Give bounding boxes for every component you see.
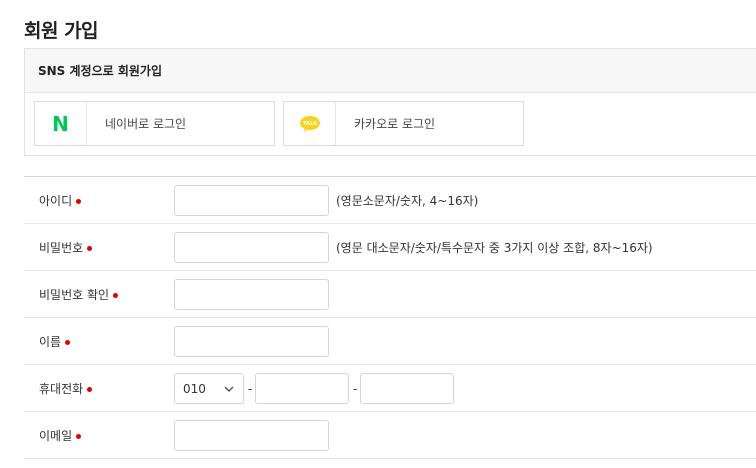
phone-label-text: 휴대전화 xyxy=(39,382,84,396)
userid-hint: (영문소문자/숫자, 4~16자) xyxy=(336,194,479,208)
kakao-talk-icon: TALK xyxy=(299,115,320,132)
userid-label: 아이디 xyxy=(39,177,82,224)
phone-dash-2: - xyxy=(353,381,358,396)
name-label-text: 이름 xyxy=(39,335,62,349)
email-label: 이메일 xyxy=(39,412,82,459)
kakao-login-label: 카카오로 로그인 xyxy=(354,117,436,131)
phone-last-input[interactable] xyxy=(360,373,454,404)
password-label: 비밀번호 xyxy=(39,224,93,271)
sns-signup-box: SNS 계정으로 회원가입 N 네이버로 로그인 TALK 카카오로 로그인 xyxy=(24,48,756,156)
page-title: 회원 가입 xyxy=(24,20,99,42)
userid-label-text: 아이디 xyxy=(39,194,73,208)
required-dot xyxy=(87,245,93,251)
sns-signup-header: SNS 계정으로 회원가입 xyxy=(25,49,756,93)
form-row-name: 이름 xyxy=(24,318,756,365)
form-row-userid: 아이디 (영문소문자/숫자, 4~16자) xyxy=(24,177,756,224)
kakao-talk-badge: TALK xyxy=(303,121,318,127)
signup-form: 아이디 (영문소문자/숫자, 4~16자) 비밀번호 (영문 대소문자/숫자/특… xyxy=(24,176,756,459)
naver-login-label: 네이버로 로그인 xyxy=(105,117,187,131)
email-label-text: 이메일 xyxy=(39,429,73,443)
form-row-email: 이메일 xyxy=(24,412,756,459)
password-input[interactable] xyxy=(174,232,329,263)
form-row-password-confirm: 비밀번호 확인 xyxy=(24,271,756,318)
name-input[interactable] xyxy=(174,326,329,357)
userid-input[interactable] xyxy=(174,185,329,216)
phone-prefix-select[interactable]: 010 xyxy=(174,373,244,404)
naver-icon-cell: N xyxy=(35,102,87,145)
chevron-down-icon xyxy=(224,386,234,392)
password-hint: (영문 대소문자/숫자/특수문자 중 3가지 이상 조합, 8자~16자) xyxy=(336,241,653,255)
required-dot xyxy=(113,292,119,298)
kakao-login-button[interactable]: TALK 카카오로 로그인 xyxy=(283,101,524,146)
required-dot xyxy=(76,433,82,439)
password-confirm-input[interactable] xyxy=(174,279,329,310)
password-confirm-label-text: 비밀번호 확인 xyxy=(39,288,110,302)
required-dot xyxy=(65,339,71,345)
phone-middle-input[interactable] xyxy=(255,373,349,404)
password-label-text: 비밀번호 xyxy=(39,241,84,255)
password-confirm-label: 비밀번호 확인 xyxy=(39,271,119,318)
phone-prefix-value: 010 xyxy=(183,381,206,396)
form-row-password: 비밀번호 (영문 대소문자/숫자/특수문자 중 3가지 이상 조합, 8자~16… xyxy=(24,224,756,271)
form-row-phone: 휴대전화 010 - - xyxy=(24,365,756,412)
email-input[interactable] xyxy=(174,420,329,451)
naver-n-icon: N xyxy=(52,111,69,136)
required-dot xyxy=(76,198,82,204)
phone-label: 휴대전화 xyxy=(39,365,93,412)
sns-signup-heading: SNS 계정으로 회원가입 xyxy=(38,64,163,78)
name-label: 이름 xyxy=(39,318,71,365)
naver-login-button[interactable]: N 네이버로 로그인 xyxy=(34,101,275,146)
phone-dash-1: - xyxy=(248,381,253,396)
kakao-icon-cell: TALK xyxy=(284,102,336,145)
required-dot xyxy=(87,386,93,392)
